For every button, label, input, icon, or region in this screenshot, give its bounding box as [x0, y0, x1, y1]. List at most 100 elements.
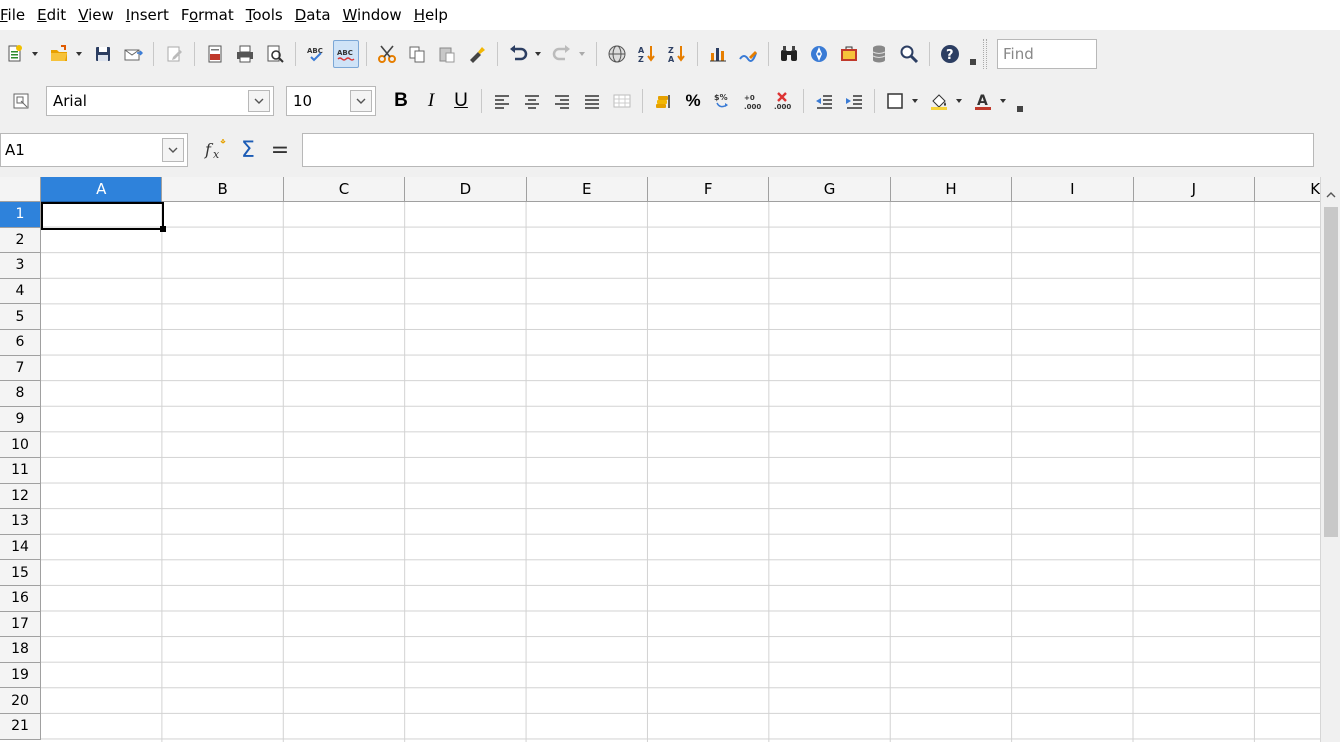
paste-icon[interactable]: [434, 40, 460, 68]
scroll-thumb[interactable]: [1324, 207, 1338, 537]
row-header-18[interactable]: 18: [0, 637, 41, 663]
underline-button[interactable]: U: [448, 87, 474, 115]
formatting-overflow-icon[interactable]: [1016, 88, 1024, 114]
row-header-7[interactable]: 7: [0, 355, 41, 382]
font-size-combo[interactable]: 10: [286, 86, 376, 116]
spellcheck-icon[interactable]: ABC: [303, 40, 329, 68]
new-dropdown-arrow[interactable]: [30, 40, 40, 68]
find-toolbar-grip[interactable]: [983, 39, 987, 69]
data-sources-icon[interactable]: [866, 40, 892, 68]
undo-icon[interactable]: [505, 40, 531, 68]
select-all-corner[interactable]: [0, 177, 41, 202]
menu-tools[interactable]: Tools: [240, 0, 289, 30]
name-box[interactable]: A1: [0, 133, 188, 167]
percent-format-button[interactable]: %: [680, 87, 706, 115]
row-header-6[interactable]: 6: [0, 330, 41, 356]
italic-button[interactable]: I: [418, 87, 444, 115]
number-format-icon[interactable]: $%: [710, 87, 736, 115]
align-left-icon[interactable]: [489, 87, 515, 115]
show-draw-functions-icon[interactable]: [735, 40, 761, 68]
redo-icon[interactable]: [549, 40, 575, 68]
increase-indent-icon[interactable]: [841, 87, 867, 115]
column-header-e[interactable]: E: [526, 177, 648, 202]
row-header-15[interactable]: 15: [0, 560, 41, 586]
new-document-icon[interactable]: [2, 40, 28, 68]
row-header-11[interactable]: 11: [0, 458, 41, 484]
borders-icon[interactable]: [882, 87, 908, 115]
zoom-icon[interactable]: [896, 40, 922, 68]
row-header-8[interactable]: 8: [0, 381, 41, 407]
copy-icon[interactable]: [404, 40, 430, 68]
font-color-icon[interactable]: A: [970, 87, 996, 115]
align-right-icon[interactable]: [549, 87, 575, 115]
column-header-j[interactable]: J: [1133, 177, 1255, 202]
justify-icon[interactable]: [579, 87, 605, 115]
save-icon[interactable]: [90, 40, 116, 68]
menu-data[interactable]: Data: [289, 0, 337, 30]
row-header-9[interactable]: 9: [0, 406, 41, 433]
decrease-indent-icon[interactable]: [811, 87, 837, 115]
bold-button[interactable]: B: [388, 87, 414, 115]
toolbar-overflow-icon[interactable]: [969, 41, 977, 67]
row-header-17[interactable]: 17: [0, 611, 41, 638]
menu-insert[interactable]: Insert: [120, 0, 175, 30]
sort-ascending-icon[interactable]: AZ: [634, 40, 660, 68]
function-button[interactable]: =: [264, 134, 296, 166]
menu-file[interactable]: File: [0, 0, 31, 30]
background-color-dropdown-arrow[interactable]: [954, 87, 964, 115]
cell-area[interactable]: [41, 202, 1320, 742]
delete-decimal-icon[interactable]: .000: [770, 87, 796, 115]
column-header-i[interactable]: I: [1012, 177, 1134, 202]
column-header-a[interactable]: A: [41, 177, 163, 202]
column-header-c[interactable]: C: [283, 177, 406, 202]
row-header-14[interactable]: 14: [0, 534, 41, 561]
column-header-b[interactable]: B: [162, 177, 284, 202]
gallery-icon[interactable]: [836, 40, 862, 68]
scroll-up-icon[interactable]: [1321, 185, 1340, 205]
sum-button[interactable]: Σ: [232, 134, 264, 166]
row-header-1[interactable]: 1: [0, 202, 41, 228]
row-header-19[interactable]: 19: [0, 662, 41, 689]
help-icon[interactable]: ?: [937, 40, 963, 68]
export-pdf-icon[interactable]: [202, 40, 228, 68]
sort-descending-icon[interactable]: ZA: [664, 40, 690, 68]
name-box-dropdown-icon[interactable]: [162, 138, 184, 162]
row-header-4[interactable]: 4: [0, 278, 41, 305]
align-center-icon[interactable]: [519, 87, 545, 115]
menu-view[interactable]: View: [72, 0, 120, 30]
row-header-20[interactable]: 20: [0, 688, 41, 714]
column-header-g[interactable]: G: [769, 177, 891, 202]
find-input[interactable]: Find: [997, 39, 1097, 69]
menu-help[interactable]: Help: [408, 0, 454, 30]
currency-format-icon[interactable]: [650, 87, 676, 115]
clone-formatting-icon[interactable]: [464, 40, 490, 68]
row-header-21[interactable]: 21: [0, 714, 41, 740]
borders-dropdown-arrow[interactable]: [910, 87, 920, 115]
background-color-icon[interactable]: [926, 87, 952, 115]
font-name-combo[interactable]: Arial: [46, 86, 274, 116]
find-replace-icon[interactable]: [776, 40, 802, 68]
row-header-16[interactable]: 16: [0, 586, 41, 612]
undo-dropdown-arrow[interactable]: [533, 40, 543, 68]
font-size-dropdown-icon[interactable]: [350, 90, 372, 112]
hyperlink-icon[interactable]: [604, 40, 630, 68]
row-header-13[interactable]: 13: [0, 509, 41, 535]
row-header-5[interactable]: 5: [0, 304, 41, 330]
print-preview-icon[interactable]: [262, 40, 288, 68]
row-header-3[interactable]: 3: [0, 253, 41, 279]
vertical-scrollbar[interactable]: [1320, 177, 1340, 742]
edit-file-icon[interactable]: [161, 40, 187, 68]
add-decimal-icon[interactable]: +0.000: [740, 87, 766, 115]
row-header-12[interactable]: 12: [0, 483, 41, 510]
menu-window[interactable]: Window: [337, 0, 408, 30]
formula-input[interactable]: [302, 133, 1314, 167]
cut-icon[interactable]: [374, 40, 400, 68]
spreadsheet-grid[interactable]: A B C D E F G H I J K 1 2 3 4 5 6 7 8 9 10 11 12 13 14 15 16 17 18 19…: [0, 177, 1340, 742]
open-dropdown-arrow[interactable]: [74, 40, 84, 68]
column-header-h[interactable]: H: [890, 177, 1013, 202]
print-icon[interactable]: [232, 40, 258, 68]
row-header-2[interactable]: 2: [0, 227, 41, 254]
column-header-d[interactable]: D: [405, 177, 527, 202]
merge-cells-icon[interactable]: [609, 87, 635, 115]
menu-edit[interactable]: Edit: [31, 0, 72, 30]
